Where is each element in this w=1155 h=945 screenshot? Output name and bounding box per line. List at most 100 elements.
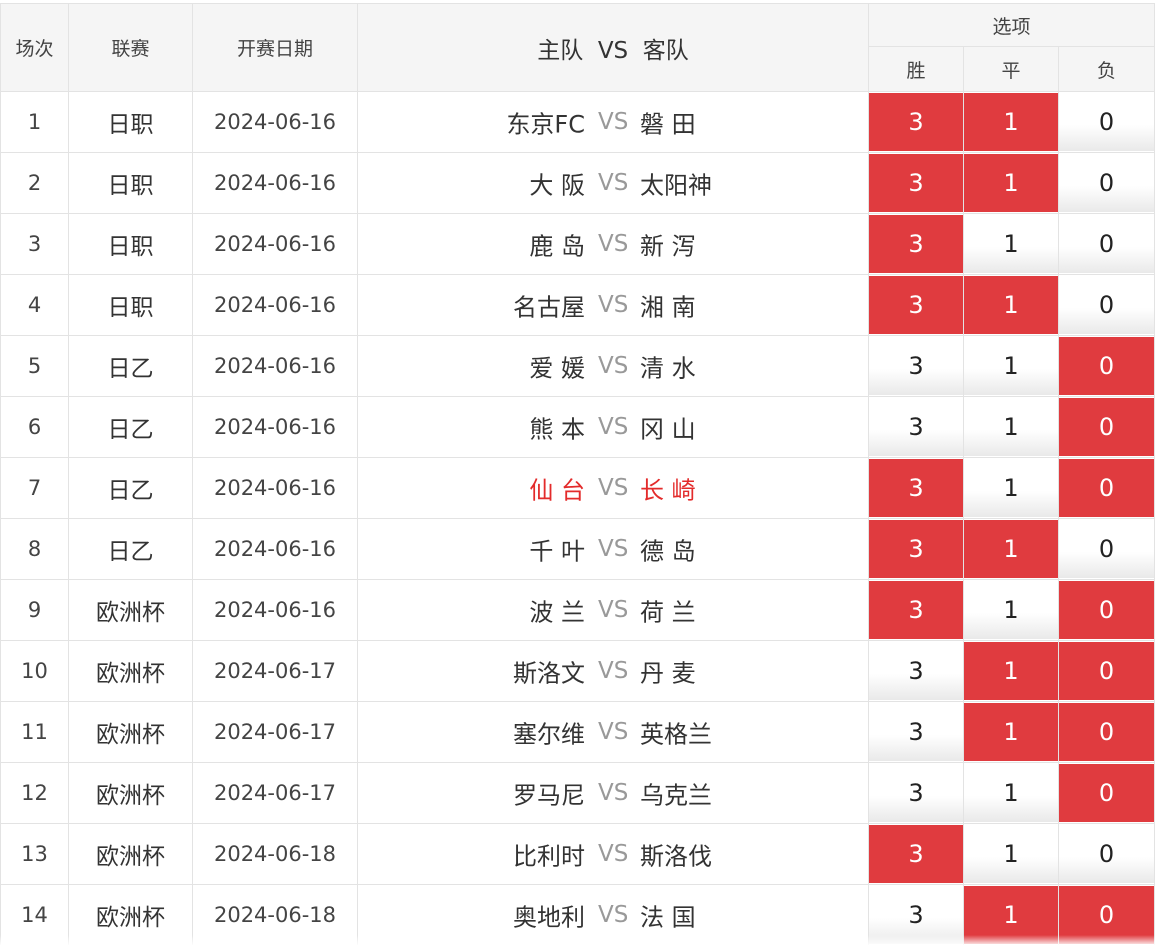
option-loss-button[interactable]: 0 xyxy=(1059,154,1155,212)
match-number: 3 xyxy=(0,213,69,275)
option-draw-button[interactable]: 1 xyxy=(964,459,1058,517)
vs-label: VS xyxy=(598,231,629,257)
option-win-cell: 3 xyxy=(868,457,964,519)
vs-label: VS xyxy=(598,414,629,440)
option-loss-button[interactable]: 0 xyxy=(1059,703,1155,761)
away-team: 法 国 xyxy=(640,903,696,932)
option-draw-button[interactable]: 1 xyxy=(964,276,1058,334)
option-draw-button[interactable]: 1 xyxy=(964,825,1058,883)
match-date: 2024-06-17 xyxy=(192,762,358,824)
option-loss-button[interactable]: 0 xyxy=(1059,93,1155,151)
option-draw-cell: 1 xyxy=(963,335,1059,397)
option-draw-button[interactable]: 1 xyxy=(964,581,1058,639)
match-teams: 大 阪 VS 太阳神 xyxy=(357,152,869,214)
option-draw-cell: 1 xyxy=(963,579,1059,641)
vs-label: VS xyxy=(598,780,629,806)
option-win-button[interactable]: 3 xyxy=(869,520,963,578)
match-number: 6 xyxy=(0,396,69,458)
option-loss-button[interactable]: 0 xyxy=(1059,764,1155,822)
option-loss-button[interactable]: 0 xyxy=(1059,398,1155,456)
option-loss-button[interactable]: 0 xyxy=(1059,215,1155,273)
match-date: 2024-06-16 xyxy=(192,152,358,214)
option-draw-cell: 1 xyxy=(963,274,1059,336)
match-teams-inner: 仙 台 VS 长 崎 xyxy=(358,458,868,518)
away-team: 斯洛伐 xyxy=(640,842,712,871)
option-loss-button[interactable]: 0 xyxy=(1059,642,1155,700)
match-league: 欧洲杯 xyxy=(68,579,193,641)
option-loss-cell: 0 xyxy=(1057,884,1155,945)
option-win-button[interactable]: 3 xyxy=(869,764,963,822)
match-teams-inner: 爱 媛 VS 清 水 xyxy=(358,336,868,396)
option-draw-button[interactable]: 1 xyxy=(964,154,1058,212)
away-team: 湘 南 xyxy=(640,293,696,322)
option-win-button[interactable]: 3 xyxy=(869,703,963,761)
home-team: 罗马尼 xyxy=(513,781,585,810)
match-date: 2024-06-18 xyxy=(192,823,358,885)
option-draw-button[interactable]: 1 xyxy=(964,886,1058,944)
home-team: 仙 台 xyxy=(529,476,585,505)
match-teams: 鹿 岛 VS 新 泻 xyxy=(357,213,869,275)
option-draw-button[interactable]: 1 xyxy=(964,398,1058,456)
match-teams: 仙 台 VS 长 崎 xyxy=(357,457,869,519)
option-loss-button[interactable]: 0 xyxy=(1059,581,1155,639)
away-team: 英格兰 xyxy=(640,720,712,749)
option-loss-cell: 0 xyxy=(1057,213,1155,275)
option-loss-button[interactable]: 0 xyxy=(1059,825,1155,883)
option-draw-button[interactable]: 1 xyxy=(964,337,1058,395)
option-draw-button[interactable]: 1 xyxy=(964,93,1058,151)
vs-label: VS xyxy=(598,597,629,623)
vs-label: VS xyxy=(598,841,629,867)
option-loss-button[interactable]: 0 xyxy=(1059,520,1155,578)
option-win-button[interactable]: 3 xyxy=(869,459,963,517)
option-draw-cell: 1 xyxy=(963,640,1059,702)
table-row: 5 日乙 2024-06-16 爱 媛 VS 清 水 310 xyxy=(0,335,1155,397)
match-date: 2024-06-16 xyxy=(192,396,358,458)
option-draw-button[interactable]: 1 xyxy=(964,703,1058,761)
match-number: 2 xyxy=(0,152,69,214)
option-win-cell: 3 xyxy=(868,518,964,580)
match-number: 13 xyxy=(0,823,69,885)
option-win-button[interactable]: 3 xyxy=(869,215,963,273)
table-row: 7 日乙 2024-06-16 仙 台 VS 长 崎 310 xyxy=(0,457,1155,519)
option-loss-cell: 0 xyxy=(1057,701,1155,763)
match-teams: 塞尔维 VS 英格兰 xyxy=(357,701,869,763)
option-win-button[interactable]: 3 xyxy=(869,825,963,883)
match-teams: 熊 本 VS 冈 山 xyxy=(357,396,869,458)
option-draw-button[interactable]: 1 xyxy=(964,520,1058,578)
match-teams-inner: 塞尔维 VS 英格兰 xyxy=(358,702,868,762)
option-win-cell: 3 xyxy=(868,579,964,641)
option-win-button[interactable]: 3 xyxy=(869,581,963,639)
match-number: 8 xyxy=(0,518,69,580)
option-win-button[interactable]: 3 xyxy=(869,398,963,456)
match-number: 9 xyxy=(0,579,69,641)
option-draw-cell: 1 xyxy=(963,91,1059,153)
header-teams: 主队 VS 客队 xyxy=(357,3,869,92)
option-loss-button[interactable]: 0 xyxy=(1059,337,1155,395)
option-win-button[interactable]: 3 xyxy=(869,886,963,944)
option-win-button[interactable]: 3 xyxy=(869,337,963,395)
option-win-button[interactable]: 3 xyxy=(869,642,963,700)
header-option-draw: 平 xyxy=(963,46,1059,92)
match-league: 欧洲杯 xyxy=(68,640,193,702)
match-teams: 比利时 VS 斯洛伐 xyxy=(357,823,869,885)
match-table: 场次 联赛 开赛日期 主队 VS 客队 选项 胜 平 负 1 日职 2024-06-… xyxy=(0,3,1155,945)
match-league: 日职 xyxy=(68,274,193,336)
away-team: 新 泻 xyxy=(640,232,696,261)
option-win-button[interactable]: 3 xyxy=(869,276,963,334)
header-match-no: 场次 xyxy=(0,3,69,92)
option-draw-button[interactable]: 1 xyxy=(964,215,1058,273)
match-number: 10 xyxy=(0,640,69,702)
option-loss-button[interactable]: 0 xyxy=(1059,276,1155,334)
option-win-button[interactable]: 3 xyxy=(869,154,963,212)
option-win-button[interactable]: 3 xyxy=(869,93,963,151)
option-draw-button[interactable]: 1 xyxy=(964,642,1058,700)
table-row: 2 日职 2024-06-16 大 阪 VS 太阳神 3 1 0 xyxy=(0,152,1155,214)
home-team: 大 阪 xyxy=(529,171,585,200)
option-draw-button[interactable]: 1 xyxy=(964,764,1058,822)
option-loss-cell: 0 xyxy=(1057,640,1155,702)
option-loss-button[interactable]: 0 xyxy=(1059,886,1155,944)
header-option-win: 胜 xyxy=(868,46,964,92)
option-loss-button[interactable]: 0 xyxy=(1059,459,1155,517)
match-date: 2024-06-16 xyxy=(192,457,358,519)
option-loss-cell: 0 xyxy=(1057,335,1155,397)
